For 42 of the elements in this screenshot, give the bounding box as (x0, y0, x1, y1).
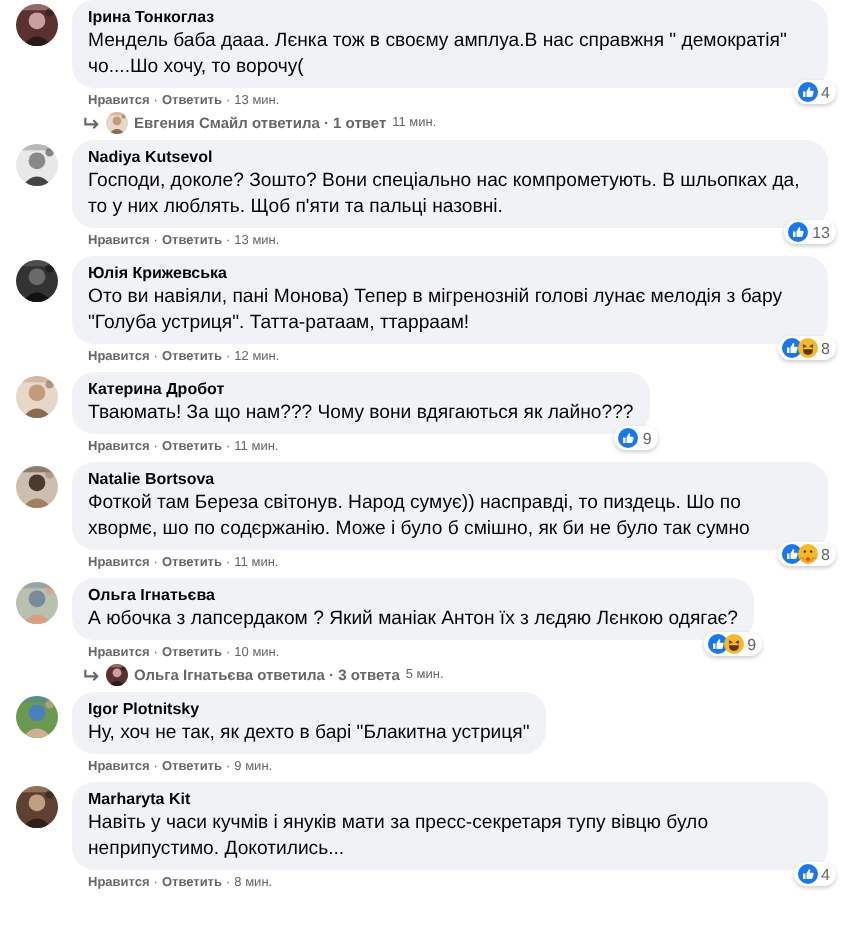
thumbs-up-icon (788, 222, 809, 242)
reaction-count: 9 (642, 429, 652, 447)
reaction-badge[interactable]: 8 (777, 336, 836, 360)
reaction-badge[interactable]: 4 (793, 862, 836, 886)
thumbs-up-icon (797, 82, 818, 102)
author-name[interactable]: Катерина Дробот (88, 378, 634, 400)
author-name[interactable]: Ірина Тонкоглаз (88, 6, 812, 28)
thumbs-up-icon (781, 338, 802, 358)
reaction-count: 13 (812, 223, 830, 241)
thumbs-up-icon (707, 634, 728, 654)
reaction-badge[interactable]: 4 (793, 80, 836, 104)
reply-arrow-icon (84, 668, 100, 682)
comment-text: Тваюмать! За що нам??? Чому вони вдягаються як лайно??? (88, 400, 634, 426)
comment-text: Ну, хоч не так, як дехто в барі "Блакитна устриця" (88, 720, 530, 746)
reaction-count: 9 (747, 635, 757, 653)
laughing-face-icon (797, 338, 818, 358)
author-name[interactable]: Igor Plotnitsky (88, 698, 530, 720)
hugging-face-icon (797, 544, 818, 564)
reaction-badge[interactable]: 8 (777, 542, 836, 566)
reaction-count: 4 (821, 83, 830, 101)
comment-text: Мендель баба дааа. Лєнка тож в своєму амплуа.В нас справжня " демократія" чо....Шо хочу, то ворочу( (88, 28, 789, 80)
comment-text: Господи, доколе? Зошто? Вони спеціально нас компрометують. В шльопках да, то у них люблять. Щоб п'яти та пальці назовні. (88, 168, 802, 220)
comment-text: А юбочка з лапсердаком ? Який маніак Антон їх з лєдяю Лєнкою одягає? (88, 606, 739, 632)
author-name[interactable]: Nadiya Kutsevol (88, 146, 812, 168)
reaction-badge[interactable]: 13 (784, 220, 836, 244)
reaction-badge[interactable]: 9 (703, 632, 763, 656)
comment-text: Фоткой там Береза світонув. Народ сумує)) насправді, то пиздець. Шо по хвормє, шо по содєржанію. Може і було б смішно, як би не було так сумно (88, 490, 752, 542)
thumbs-up-icon (781, 544, 802, 564)
laughing-face-icon (723, 634, 744, 654)
author-name[interactable]: Юлія Крижевська (88, 262, 812, 284)
reaction-count: 4 (821, 865, 830, 883)
author-name[interactable]: Natalie Bortsova (88, 468, 812, 490)
thumbs-up-icon (618, 428, 639, 448)
reaction-badge[interactable]: 9 (614, 426, 658, 450)
author-name[interactable]: Ольга Ігнатьєва (88, 584, 739, 606)
author-name[interactable]: Marharyta Kit (88, 788, 812, 810)
comment-text: Ото ви навіяли, пані Монова) Тепер в мігренозній голові лунає мелодія з бару "Голуба устриця". Татта-ратаам, ттарраам! (88, 284, 784, 336)
thumbs-up-icon (797, 864, 818, 884)
reaction-count: 8 (821, 339, 830, 357)
comment-text: Навіть у часи кучмів і януків мати за пресс-секретаря тупу вівцю було неприпустимо. Докотились... (88, 810, 711, 862)
reaction-count: 8 (821, 545, 830, 563)
reply-arrow-icon (84, 116, 100, 130)
